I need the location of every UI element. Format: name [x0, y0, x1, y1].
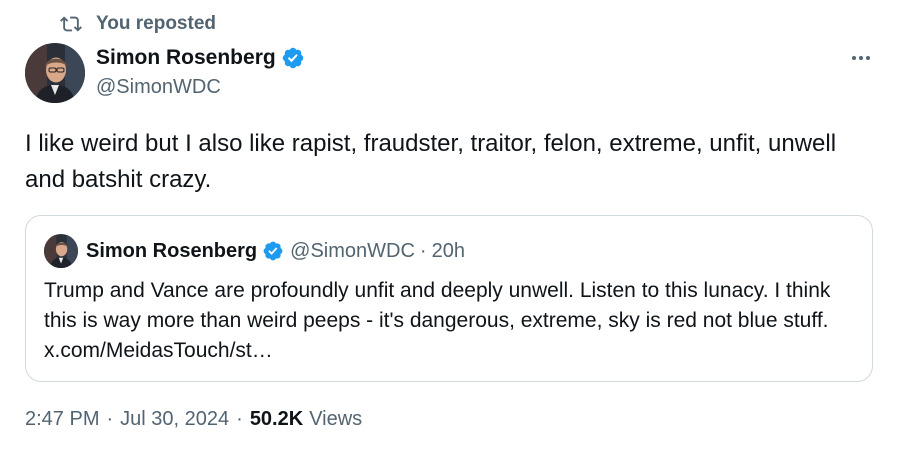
quoted-timestamp: 20h: [431, 239, 465, 262]
tweet-meta: 2:47 PM · Jul 30, 2024 · 50.2K Views: [25, 408, 362, 431]
quoted-author-avatar: [44, 234, 78, 268]
quoted-header: Simon Rosenberg @SimonWDC · 20h: [86, 237, 465, 265]
views-label: Views: [309, 408, 363, 430]
quoted-separator: ·: [419, 239, 427, 262]
tweet-text: I like weird but I also like rapist, fra…: [25, 130, 837, 193]
tweet-time[interactable]: 2:47 PM: [25, 408, 99, 431]
quoted-display-name: Simon Rosenberg: [86, 239, 258, 262]
repost-indicator[interactable]: You reposted: [60, 12, 216, 36]
tweet-date[interactable]: Jul 30, 2024: [120, 408, 229, 431]
repost-label: You reposted: [96, 13, 216, 34]
quoted-tweet-text: Trump and Vance are profoundly unfit and…: [44, 279, 831, 362]
meta-separator: ·: [236, 408, 243, 430]
more-options-icon[interactable]: [846, 48, 876, 68]
views-count: 50.2K: [249, 408, 304, 430]
verified-badge-icon: [263, 241, 283, 261]
quoted-handle: @SimonWDC: [290, 239, 415, 262]
author-handle[interactable]: @SimonWDC: [96, 76, 221, 99]
repost-icon: [60, 16, 82, 32]
meta-separator: ·: [106, 408, 114, 430]
quoted-tweet-card[interactable]: Simon Rosenberg @SimonWDC · 20h Trump an…: [25, 215, 873, 382]
verified-badge-icon: [282, 47, 303, 69]
author-name-row[interactable]: Simon Rosenberg: [96, 44, 305, 72]
author-display-name[interactable]: Simon Rosenberg: [96, 46, 276, 70]
author-avatar[interactable]: [25, 43, 85, 103]
